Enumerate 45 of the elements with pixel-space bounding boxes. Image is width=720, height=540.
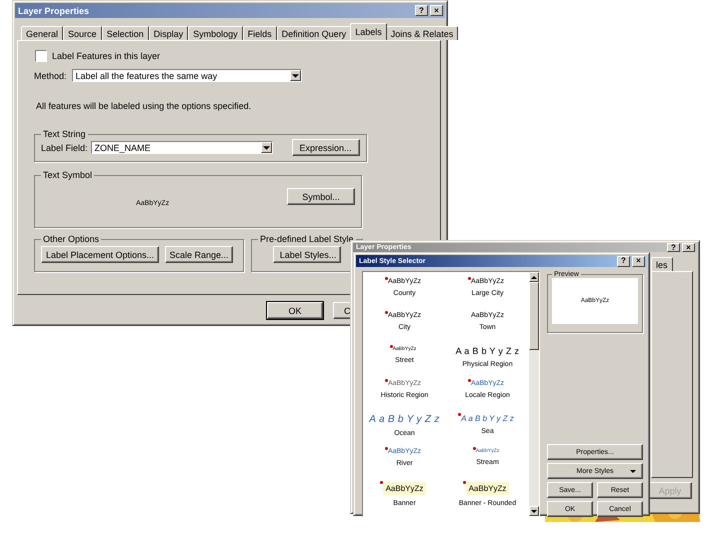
group-title: Text String xyxy=(42,129,87,139)
help-button[interactable]: ? xyxy=(667,243,680,252)
tab[interactable]: Joins & Relates xyxy=(386,26,458,40)
scrollbar[interactable] xyxy=(529,272,539,516)
tab[interactable]: Display xyxy=(148,26,188,40)
close-button[interactable]: × xyxy=(682,243,695,252)
close-button[interactable]: × xyxy=(430,5,443,16)
tab[interactable]: Labels xyxy=(350,23,387,40)
tab[interactable]: les xyxy=(651,257,673,271)
placement-options-button[interactable]: Label Placement Options... xyxy=(41,246,159,263)
style-sample: A a B b Y y Z z xyxy=(369,414,440,425)
help-button[interactable]: ? xyxy=(415,5,428,16)
tab[interactable]: General xyxy=(21,26,64,40)
tab[interactable]: Selection xyxy=(102,26,149,40)
group-title: Pre-defined Label Style xyxy=(259,234,355,244)
label-field-dropdown[interactable]: ZONE_NAME xyxy=(90,141,273,154)
group-title: Other Options xyxy=(42,234,100,244)
checkbox[interactable] xyxy=(35,50,47,62)
style-sample: A a B b Y y Z z xyxy=(461,414,514,423)
window-title: Layer Properties xyxy=(18,6,90,16)
scroll-down-icon xyxy=(531,510,537,512)
close-button[interactable]: × xyxy=(632,256,645,266)
scroll-up-icon xyxy=(531,276,537,278)
style-sample: A a B b Y y Z z xyxy=(456,346,520,356)
info-text: All features will be labeled using the options specified. xyxy=(36,101,252,111)
method-dropdown[interactable]: Label all the features the same way xyxy=(72,69,302,82)
dropdown-arrow-icon xyxy=(292,74,299,78)
dropdown-arrow-icon xyxy=(630,470,636,472)
tab[interactable]: Definition Query xyxy=(276,26,352,40)
ok-button[interactable]: OK xyxy=(267,302,323,319)
style-sample: AaBbYyZz xyxy=(466,482,510,495)
tab[interactable]: Symbology xyxy=(188,26,243,40)
group-title: Text Symbol xyxy=(42,170,94,180)
help-button[interactable]: ? xyxy=(617,256,630,266)
tab[interactable]: Source xyxy=(63,26,102,40)
label-styles-button[interactable]: Label Styles... xyxy=(272,246,341,263)
style-sample: AaBbYyZz xyxy=(382,482,426,495)
expression-button[interactable]: Expression... xyxy=(292,139,360,156)
method-label: Method: xyxy=(34,70,67,80)
scale-range-button[interactable]: Scale Range... xyxy=(165,246,233,263)
tab[interactable]: Fields xyxy=(242,26,277,40)
field-label: Label Field: xyxy=(41,142,88,152)
dropdown-arrow-icon xyxy=(262,146,270,150)
symbol-button[interactable]: Symbol... xyxy=(287,188,355,205)
checkbox-label: Label Features in this layer xyxy=(52,51,160,61)
